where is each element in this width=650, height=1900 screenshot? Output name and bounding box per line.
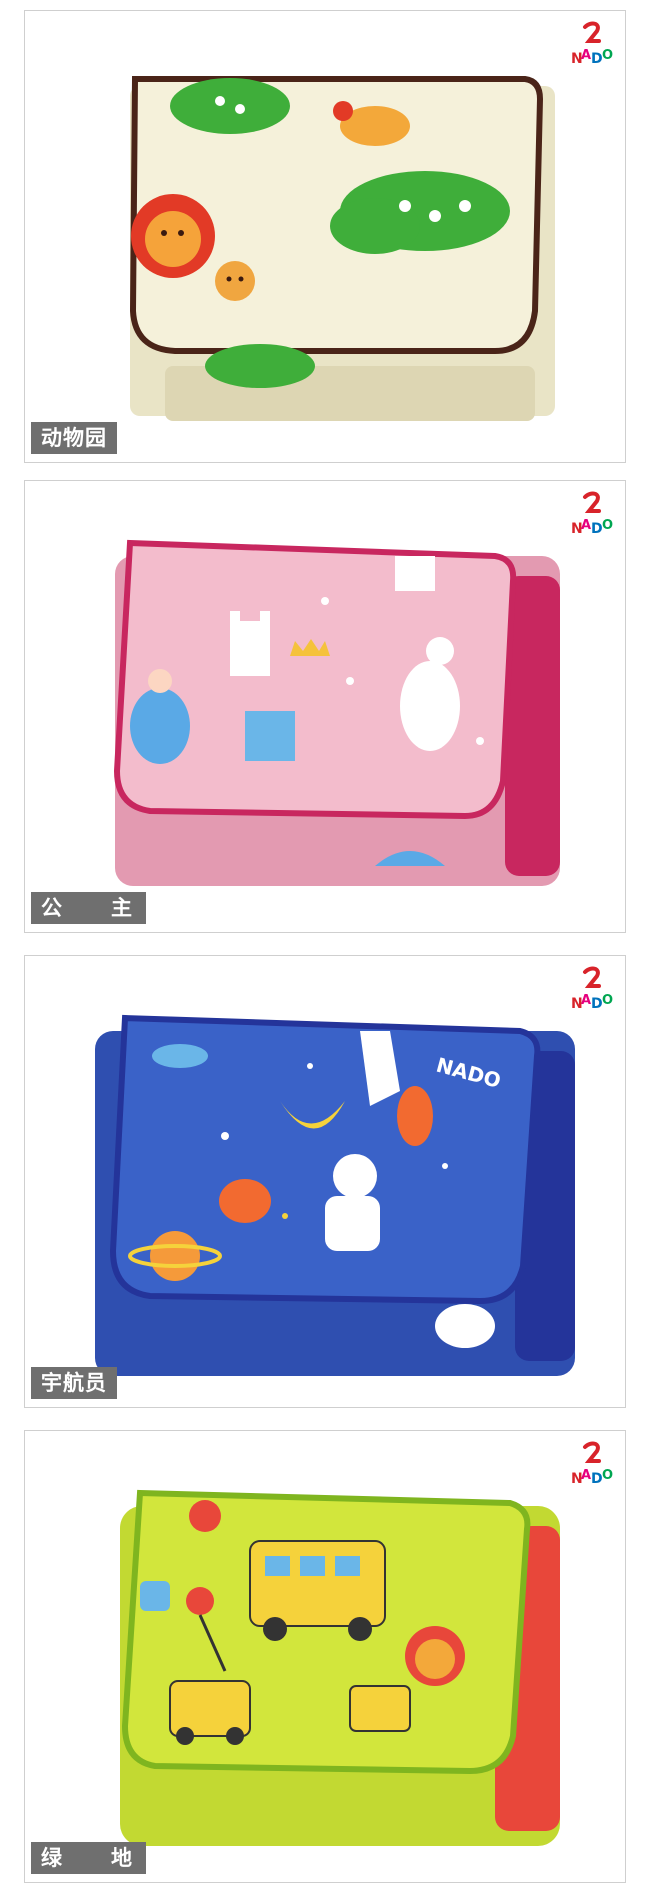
- product-label-astronaut: 宇航员: [31, 1367, 117, 1399]
- product-card-green[interactable]: N A D O 绿 地: [24, 1430, 626, 1883]
- picnic-mat-green-image: [120, 1489, 560, 1846]
- product-card-princess[interactable]: N A D O 公 主: [24, 480, 626, 933]
- product-label-princess: 公 主: [31, 892, 146, 924]
- picnic-mat-astronaut-image: NADO: [95, 1014, 575, 1376]
- picnic-mat-zoo-image: [129, 76, 555, 421]
- product-card-astronaut[interactable]: N A D O NADO 宇航员: [24, 955, 626, 1408]
- product-card-zoo[interactable]: N A D O 动物园: [24, 10, 626, 463]
- product-label-green: 绿 地: [31, 1842, 146, 1874]
- product-label-zoo: 动物园: [31, 422, 117, 454]
- picnic-mat-princess-image: [113, 539, 560, 886]
